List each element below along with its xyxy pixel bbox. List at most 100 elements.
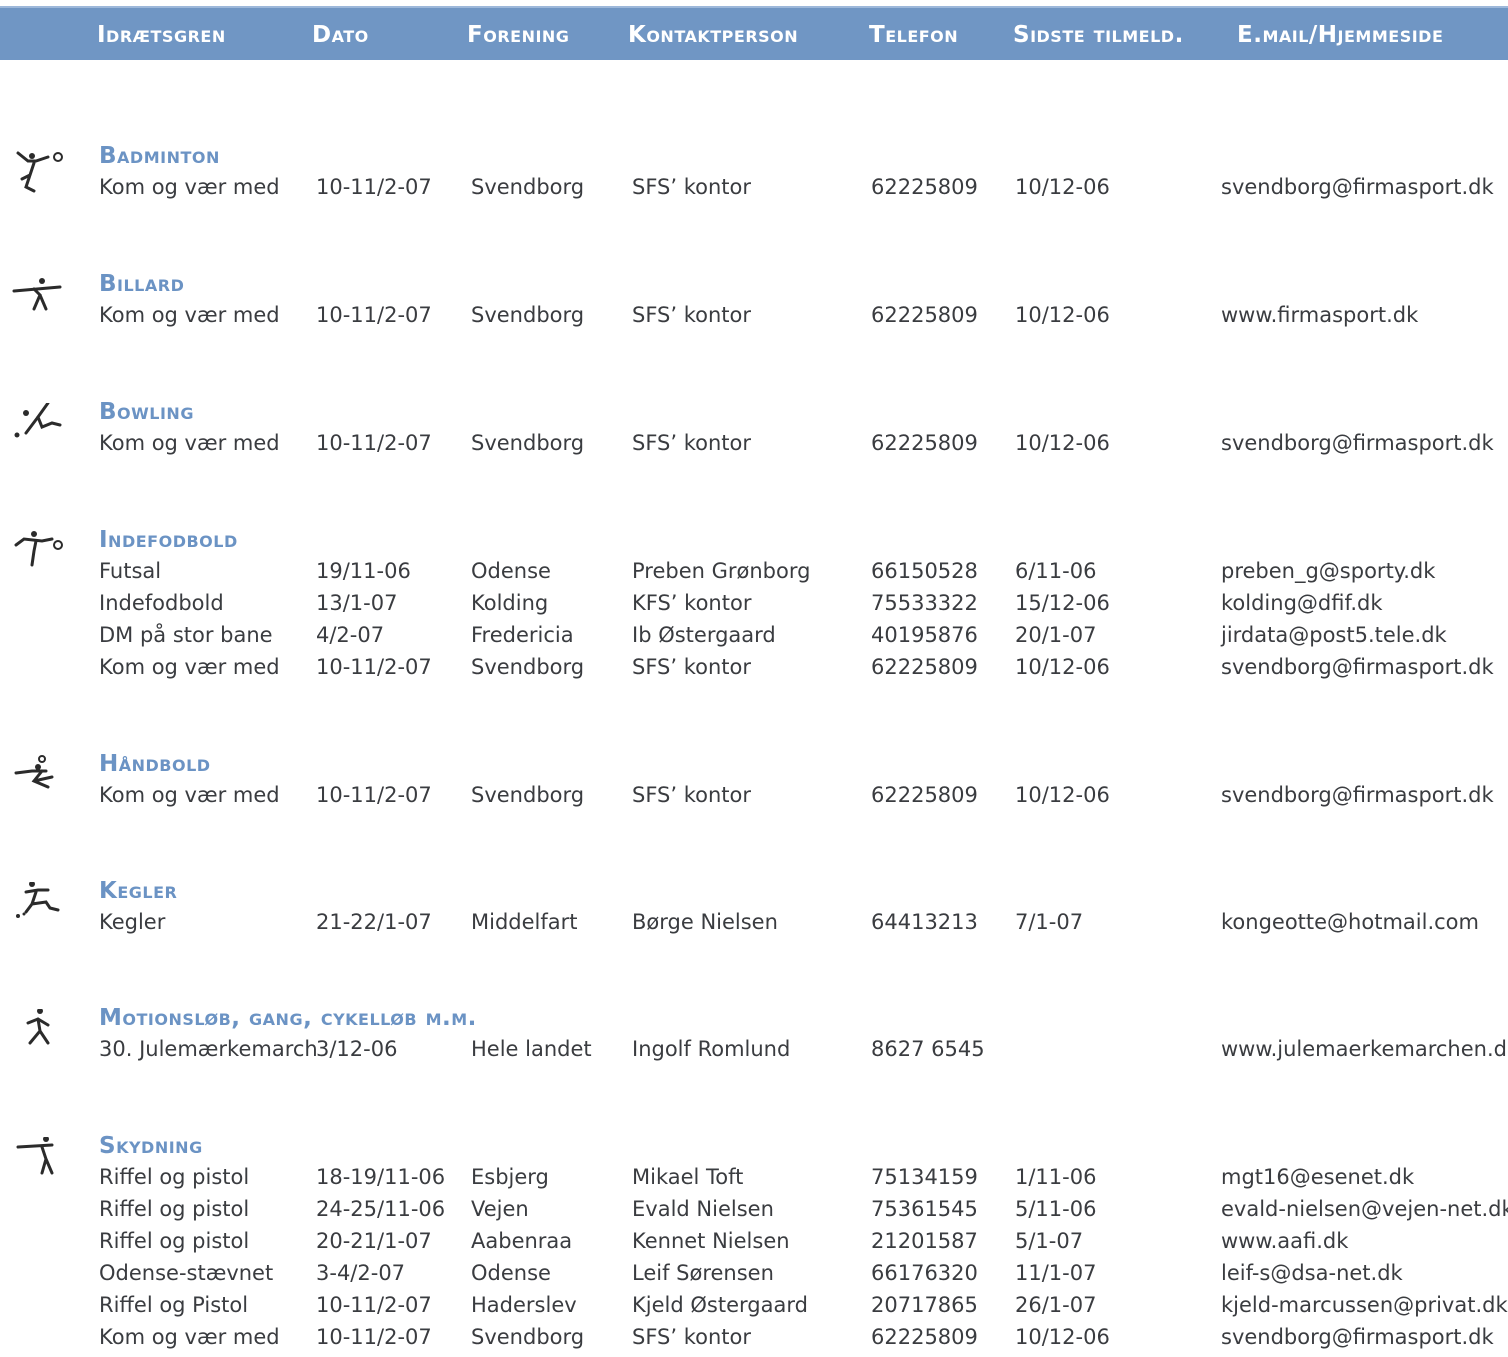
cell-club: Middelfart	[471, 910, 578, 934]
cell-club: Kolding	[471, 591, 549, 615]
cell-deadline: 10/12-06	[1015, 1325, 1110, 1349]
cell-website[interactable]: www.firmasport.dk	[1221, 303, 1418, 327]
cell-activity: Riffel og pistol	[99, 1197, 250, 1221]
cell-phone: 66150528	[871, 559, 978, 583]
cell-activity: Kom og vær med	[99, 175, 280, 199]
table-row: Riffel og pistol 20-21/1-07 Aabenraa Ken…	[0, 1229, 1508, 1261]
cell-date: 13/1-07	[316, 591, 398, 615]
cell-contact: Ib Østergaard	[632, 623, 776, 647]
cell-phone: 75361545	[871, 1197, 978, 1221]
cell-email[interactable]: leif-s@dsa-net.dk	[1221, 1261, 1403, 1285]
cell-email[interactable]: preben_g@sporty.dk	[1221, 559, 1435, 583]
cell-deadline: 6/11-06	[1015, 559, 1097, 583]
header-email: E.mail/Hjemmeside	[1237, 22, 1444, 48]
cell-email[interactable]: svendborg@firmasport.dk	[1221, 655, 1494, 679]
cell-website[interactable]: www.aafi.dk	[1221, 1229, 1348, 1253]
cell-phone: 40195876	[871, 623, 978, 647]
cell-club: Vejen	[471, 1197, 529, 1221]
cell-activity: Kom og vær med	[99, 1325, 280, 1349]
cell-contact: Kennet Nielsen	[632, 1229, 790, 1253]
table-header: Idrætsgren Dato Forening Kontaktperson T…	[0, 6, 1508, 60]
cell-date: 18-19/11-06	[316, 1165, 446, 1189]
cell-email[interactable]: svendborg@firmasport.dk	[1221, 1325, 1494, 1349]
table-row: Kom og vær med 10-11/2-07 Svendborg SFS’…	[0, 431, 1508, 463]
cell-email[interactable]: svendborg@firmasport.dk	[1221, 431, 1494, 455]
cell-date: 10-11/2-07	[316, 783, 432, 807]
cell-deadline: 5/1-07	[1015, 1229, 1084, 1253]
cell-email[interactable]: kolding@dfif.dk	[1221, 591, 1383, 615]
cell-club: Haderslev	[471, 1293, 577, 1317]
table-row: Kom og vær med 10-11/2-07 Svendborg SFS’…	[0, 1325, 1508, 1357]
cell-date: 19/11-06	[316, 559, 411, 583]
cell-email[interactable]: svendborg@firmasport.dk	[1221, 783, 1494, 807]
table-row: Riffel og pistol 18-19/11-06 Esbjerg Mik…	[0, 1165, 1508, 1197]
cell-activity: Futsal	[99, 559, 162, 583]
cell-activity: DM på stor bane	[99, 623, 273, 647]
cell-activity: 30. Julemærkemarch	[99, 1037, 318, 1061]
cell-contact: SFS’ kontor	[632, 783, 752, 807]
cell-contact: SFS’ kontor	[632, 1325, 752, 1349]
cell-deadline: 10/12-06	[1015, 655, 1110, 679]
cell-email[interactable]: mgt16@esenet.dk	[1221, 1165, 1414, 1189]
section-title: Kegler	[99, 878, 178, 904]
section-title: Skydning	[99, 1133, 203, 1159]
table-row: Kom og vær med 10-11/2-07 Svendborg SFS’…	[0, 303, 1508, 335]
cell-club: Hele landet	[471, 1037, 592, 1061]
table-row: DM på stor bane 4/2-07 Fredericia Ib Øst…	[0, 623, 1508, 655]
section-title: Bowling	[99, 399, 194, 425]
cell-phone: 75533322	[871, 591, 978, 615]
cell-contact: KFS’ kontor	[632, 591, 752, 615]
cell-email[interactable]: svendborg@firmasport.dk	[1221, 175, 1494, 199]
cell-club: Esbjerg	[471, 1165, 549, 1189]
cell-date: 10-11/2-07	[316, 655, 432, 679]
table-row: Kegler 21-22/1-07 Middelfart Børge Niels…	[0, 910, 1508, 942]
cell-phone: 62225809	[871, 303, 978, 327]
cell-date: 3/12-06	[316, 1037, 398, 1061]
cell-date: 10-11/2-07	[316, 431, 432, 455]
cell-activity: Riffel og pistol	[99, 1229, 250, 1253]
cell-deadline: 1/11-06	[1015, 1165, 1097, 1189]
header-sport: Idrætsgren	[97, 22, 226, 48]
cell-phone: 20717865	[871, 1293, 978, 1317]
cell-email[interactable]: kjeld-marcussen@privat.dk	[1221, 1293, 1508, 1317]
header-phone: Telefon	[869, 22, 959, 48]
cell-club: Aabenraa	[471, 1229, 573, 1253]
cell-email[interactable]: evald-nielsen@vejen-net.dk	[1221, 1197, 1508, 1221]
header-club: Forening	[467, 22, 570, 48]
cell-deadline: 10/12-06	[1015, 175, 1110, 199]
cell-email[interactable]: jirdata@post5.tele.dk	[1221, 623, 1447, 647]
cell-date: 10-11/2-07	[316, 175, 432, 199]
cell-deadline: 26/1-07	[1015, 1293, 1097, 1317]
cell-date: 10-11/2-07	[316, 1293, 432, 1317]
cell-deadline: 7/1-07	[1015, 910, 1084, 934]
cell-activity: Indefodbold	[99, 591, 224, 615]
cell-activity: Odense-stævnet	[99, 1261, 274, 1285]
table-row: Kom og vær med 10-11/2-07 Svendborg SFS’…	[0, 783, 1508, 815]
cell-date: 21-22/1-07	[316, 910, 432, 934]
section-title: Billard	[99, 271, 185, 297]
cell-phone: 62225809	[871, 431, 978, 455]
cell-contact: SFS’ kontor	[632, 175, 752, 199]
table-row: Kom og vær med 10-11/2-07 Svendborg SFS’…	[0, 175, 1508, 207]
cell-phone: 62225809	[871, 1325, 978, 1349]
cell-phone: 66176320	[871, 1261, 978, 1285]
cell-website[interactable]: www.julemaerkemarchen.dk	[1221, 1037, 1508, 1061]
section-title: Håndbold	[99, 751, 211, 777]
table-row: Riffel og pistol 24-25/11-06 Vejen Evald…	[0, 1197, 1508, 1229]
section-title: Badminton	[99, 143, 220, 169]
cell-club: Svendborg	[471, 431, 585, 455]
section-title: Motionsløb, gang, cykelløb m.m.	[99, 1005, 477, 1031]
cell-deadline: 11/1-07	[1015, 1261, 1097, 1285]
table-row: Kom og vær med 10-11/2-07 Svendborg SFS’…	[0, 655, 1508, 687]
cell-phone: 62225809	[871, 175, 978, 199]
cell-date: 20-21/1-07	[316, 1229, 432, 1253]
header-deadline: Sidste tilmeld.	[1013, 22, 1184, 48]
cell-activity: Kom og vær med	[99, 655, 280, 679]
cell-phone: 21201587	[871, 1229, 978, 1253]
cell-date: 10-11/2-07	[316, 1325, 432, 1349]
cell-date: 24-25/11-06	[316, 1197, 446, 1221]
cell-deadline: 10/12-06	[1015, 783, 1110, 807]
cell-date: 10-11/2-07	[316, 303, 432, 327]
cell-club: Svendborg	[471, 783, 585, 807]
cell-email[interactable]: kongeotte@hotmail.com	[1221, 910, 1479, 934]
